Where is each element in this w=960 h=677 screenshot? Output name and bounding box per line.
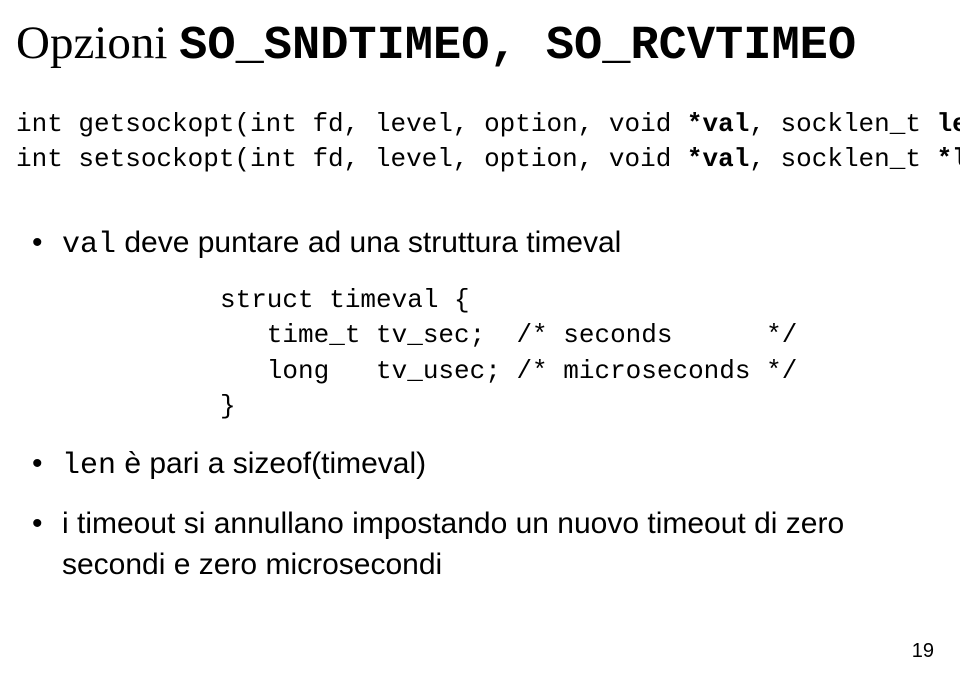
struct-line-1: struct timeval {: [220, 285, 470, 315]
bullet-2: len è pari a sizeof(timeval): [28, 444, 944, 487]
decl-line2-len: *len: [937, 144, 960, 174]
bullet-2-text: è pari a sizeof(timeval): [116, 447, 426, 480]
bullet-1-text: deve puntare ad una struttura timeval: [116, 226, 621, 259]
struct-timeval-block: struct timeval { time_t tv_sec; /* secon…: [220, 283, 944, 423]
struct-line-4: }: [220, 391, 236, 421]
bullet-3: i timeout si annullano impostando un nuo…: [28, 504, 944, 585]
decl-line1-c: , socklen_t: [749, 109, 936, 139]
decl-line1-len: len: [937, 109, 960, 139]
decl-line2-c: , socklen_t: [749, 144, 936, 174]
struct-line-3: long tv_usec; /* microseconds */: [220, 356, 797, 386]
title-word-opzioni: Opzioni: [16, 17, 179, 69]
struct-line-2: time_t tv_sec; /* seconds */: [220, 320, 797, 350]
bullet-3-text: i timeout si annullano impostando un nuo…: [62, 507, 844, 581]
slide-page: Opzioni SO_SNDTIMEO, SO_RCVTIMEO int get…: [0, 0, 960, 677]
bullet-2-mono: len: [62, 449, 116, 483]
decl-line2-a: int setsockopt(int fd, level, option, vo…: [16, 144, 687, 174]
slide-title: Opzioni SO_SNDTIMEO, SO_RCVTIMEO: [16, 18, 944, 73]
bullet-1-mono: val: [62, 228, 116, 262]
decl-line1-val: *val: [687, 109, 749, 139]
function-declarations: int getsockopt(int fd, level, option, vo…: [16, 107, 944, 177]
bullet-list-2: len è pari a sizeof(timeval) i timeout s…: [28, 444, 944, 586]
decl-line1-a: int getsockopt(int fd, level, option, vo…: [16, 109, 687, 139]
decl-line2-val: *val: [687, 144, 749, 174]
page-number: 19: [912, 640, 934, 663]
bullet-1: val deve puntare ad una struttura timeva…: [28, 223, 944, 266]
bullet-list: val deve puntare ad una struttura timeva…: [28, 223, 944, 266]
title-mono-codes: SO_SNDTIMEO, SO_RCVTIMEO: [179, 20, 856, 73]
